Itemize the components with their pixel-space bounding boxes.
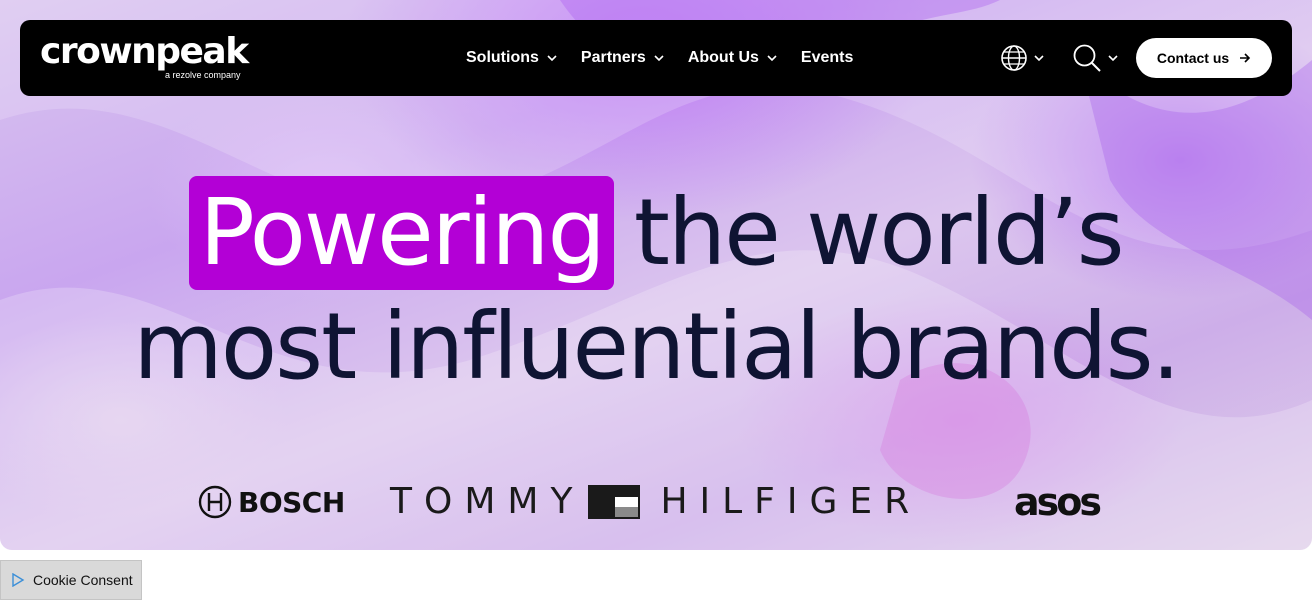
menu-item-partners[interactable]: Partners [581,49,664,67]
contact-us-button[interactable]: Contact us [1136,38,1272,78]
logo-tagline: a rezolve company [165,70,241,80]
menu-item-label: Events [800,49,854,66]
tommy-flag-icon [588,485,641,519]
search-toggle[interactable] [1072,20,1118,96]
arrow-right-icon [1240,53,1251,63]
menu-item-about-us[interactable]: About Us [688,49,777,67]
chevron-down-icon [767,55,777,62]
hero-section: crownpeak a rezolve company Solutions Pa… [0,0,1312,550]
globe-icon [1001,45,1027,71]
bosch-armature-icon [198,485,232,519]
contact-us-label: Contact us [1156,50,1230,66]
tommy-hilfiger-logo: TOMMY HILFIGER [390,482,921,522]
chevron-down-icon [654,55,664,62]
headline-line-1: Powering the world’s [0,176,1312,290]
headline-highlight: Powering [189,176,614,290]
bosch-logo: BOSCH [198,485,345,519]
logo-wordmark: crownpeak [40,31,249,72]
play-icon [12,573,25,587]
crownpeak-logo[interactable]: crownpeak a rezolve company [40,30,260,86]
cookie-consent-label: Cookie Consent [33,572,133,588]
main-menu: Solutions Partners About Us Events [466,20,877,96]
asos-logo: asos [1014,480,1102,524]
bosch-wordmark: BOSCH [238,485,345,519]
menu-item-label: Solutions [466,49,539,66]
chevron-down-icon [1108,55,1118,62]
tommy-wordmark: TOMMY [390,481,585,522]
hero-headline: Powering the world’s most influential bra… [0,176,1312,404]
menu-item-solutions[interactable]: Solutions [466,49,557,67]
hilfiger-wordmark: HILFIGER [660,481,922,522]
menu-item-label: About Us [687,49,759,66]
top-navigation: crownpeak a rezolve company Solutions Pa… [20,20,1292,96]
headline-line-2: most influential brands. [133,293,1181,400]
headline-rest: the world’s [633,179,1125,286]
menu-item-label: Partners [580,49,646,66]
chevron-down-icon [547,55,557,62]
menu-item-events[interactable]: Events [801,49,853,67]
brand-logos: BOSCH TOMMY HILFIGER asos [0,478,1312,526]
search-icon [1073,44,1101,72]
language-selector[interactable] [1000,20,1044,96]
cookie-consent-button[interactable]: Cookie Consent [0,560,142,600]
chevron-down-icon [1034,55,1044,62]
